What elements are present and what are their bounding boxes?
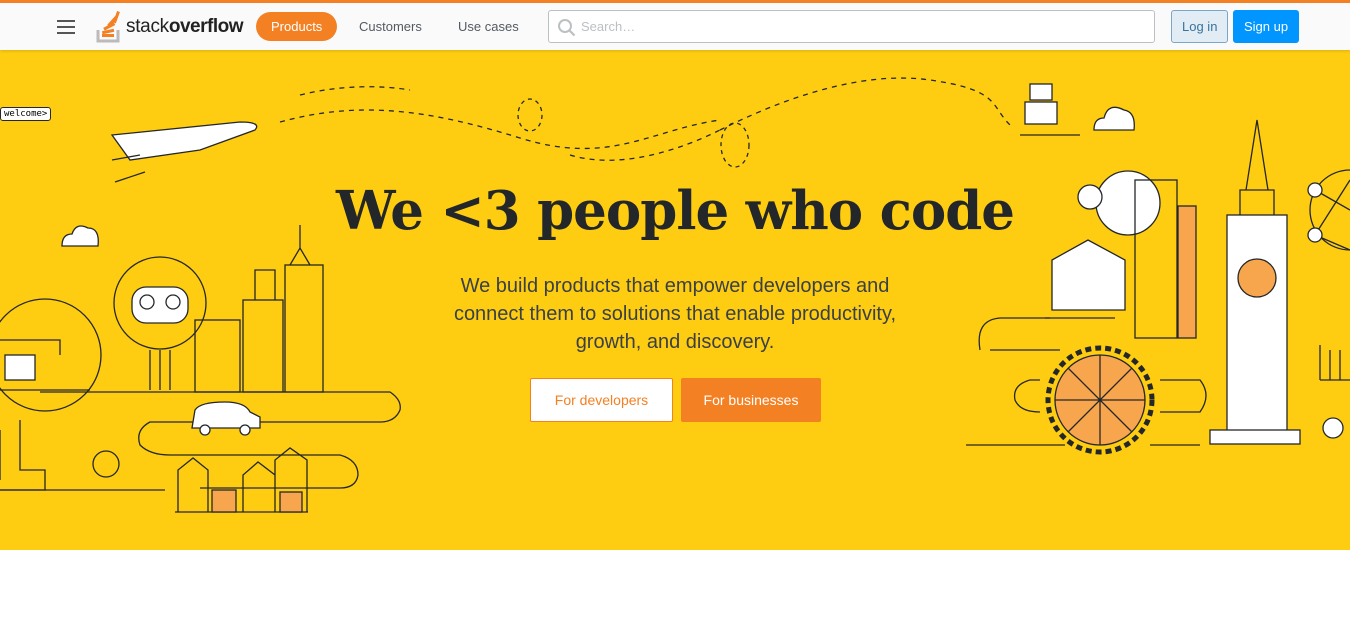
- logo-text-stack: stack: [126, 16, 169, 37]
- hero-subtitle: We build products that empower developer…: [453, 275, 897, 353]
- nav-products[interactable]: Products: [256, 12, 338, 41]
- stack-overflow-logo[interactable]: stack overflow: [96, 11, 243, 43]
- top-bar: stack overflow Products Customers Use cas…: [0, 0, 1350, 50]
- search-box[interactable]: [548, 10, 1155, 43]
- hero-title: We <3 people who code: [336, 180, 1015, 242]
- for-businesses-button[interactable]: For businesses: [681, 378, 821, 422]
- welcome-tag: welcome>: [0, 107, 52, 121]
- hero-section: welcome> We <3 people who code We build …: [0, 50, 1350, 550]
- search-input[interactable]: [581, 11, 1141, 42]
- search-icon: [558, 19, 576, 37]
- stack-logo-icon: [96, 11, 120, 43]
- nav-customers[interactable]: Customers: [344, 12, 437, 41]
- signup-button[interactable]: Sign up: [1233, 10, 1300, 43]
- nav-use-cases[interactable]: Use cases: [443, 12, 534, 41]
- login-button[interactable]: Log in: [1171, 10, 1229, 43]
- for-developers-button[interactable]: For developers: [530, 378, 673, 422]
- hamburger-menu-icon[interactable]: [57, 20, 75, 34]
- logo-text-overflow: overflow: [168, 16, 244, 37]
